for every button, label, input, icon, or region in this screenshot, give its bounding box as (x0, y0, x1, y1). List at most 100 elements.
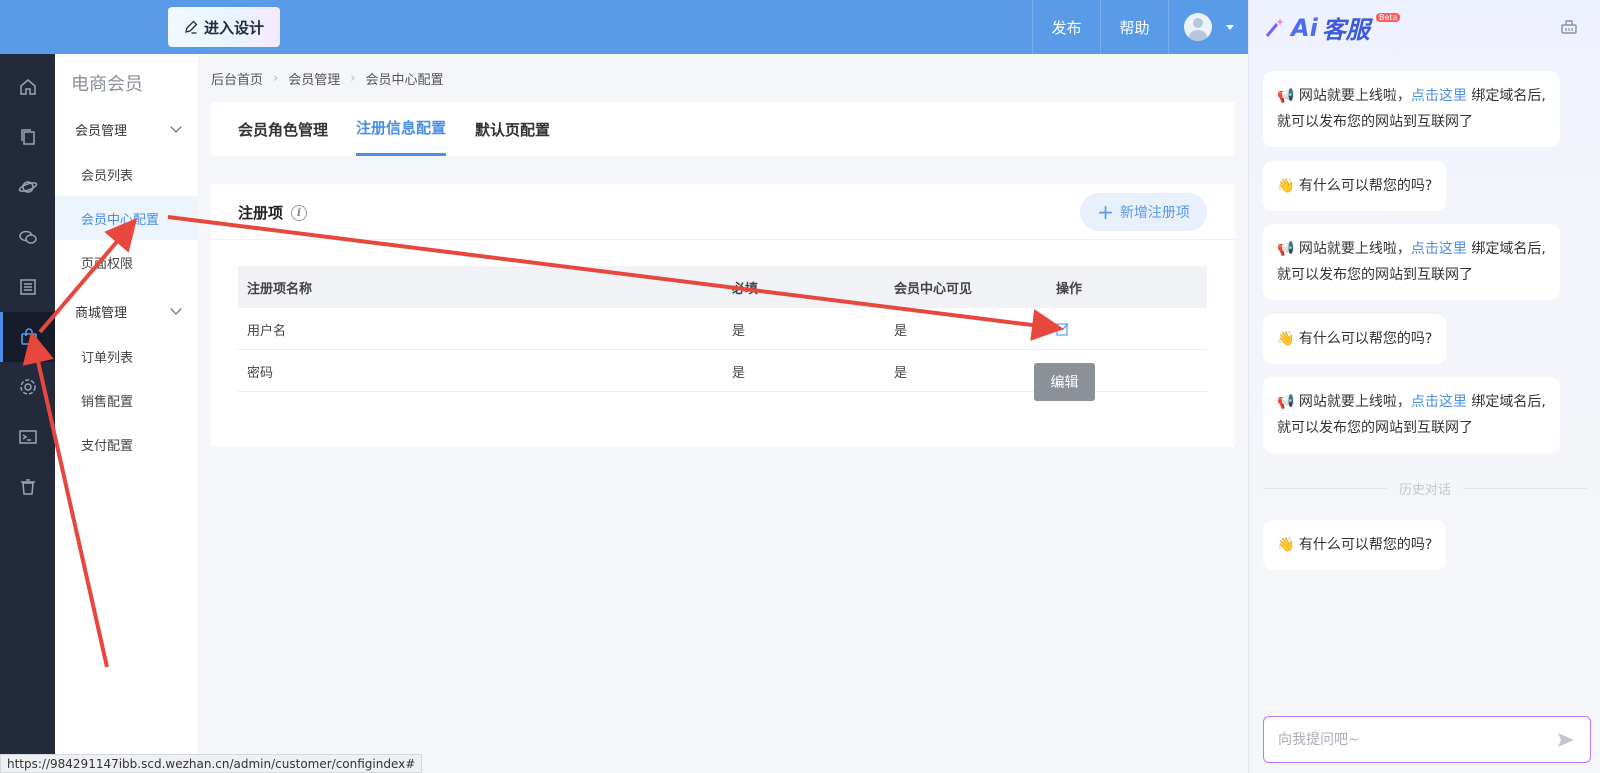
chat-message: 👋 有什么可以帮您的吗? (1263, 314, 1447, 364)
chat-icon (18, 230, 37, 244)
breadcrumb: 后台首页 › 会员管理 › 会员中心配置 (211, 69, 443, 88)
chevron-right-icon: › (350, 71, 356, 86)
rail-trash[interactable] (0, 462, 55, 512)
rail-chat[interactable] (0, 212, 55, 262)
chevron-down-icon (170, 121, 182, 133)
column-header-visible: 会员中心可见 (894, 281, 973, 297)
chevron-down-icon (170, 303, 182, 315)
message-text: 网站就要上线啦， (1298, 241, 1411, 257)
ai-question-box (1263, 716, 1591, 763)
list-icon (19, 279, 36, 295)
chat-message: 👋 有什么可以帮您的吗? (1263, 520, 1447, 570)
edit-icon (1056, 323, 1069, 336)
status-url: https://984291147ibb.scd.wezhan.cn/admin… (0, 754, 423, 773)
magic-wand-icon (1265, 17, 1284, 37)
icon-rail (0, 54, 55, 773)
column-header-action: 操作 (1056, 281, 1083, 297)
tab-member-role[interactable]: 会员角色管理 (238, 102, 328, 156)
copy-icon (20, 129, 35, 145)
table-header-row: 注册项名称 必填 会员中心可见 操作 (238, 266, 1207, 308)
rail-settings[interactable] (0, 362, 55, 412)
wave-hand-icon: 👋 (1277, 537, 1295, 553)
group-label: 商城管理 (75, 305, 128, 321)
subnav-title: 电商会员 (71, 74, 143, 95)
sidebar-item-payment-config[interactable]: 支付配置 (55, 422, 198, 466)
cell-required: 是 (732, 365, 746, 381)
publish-button[interactable]: 发布 (1032, 0, 1100, 54)
tab-register-info[interactable]: 注册信息配置 (356, 102, 447, 156)
message-text: 有什么可以帮您的吗? (1298, 178, 1433, 194)
megaphone-icon: 📢 (1277, 88, 1295, 104)
ai-question-input[interactable] (1278, 731, 1528, 748)
table-row: 用户名 是 是 (238, 308, 1207, 350)
history-divider: 历史对话 (1263, 478, 1588, 498)
card-title-text: 注册项 (238, 204, 284, 222)
sub-sidebar: 电商会员 会员管理 会员列表 会员中心配置 页面权限 商城管理 订单列表 销售配… (55, 54, 198, 773)
home-icon (19, 79, 36, 95)
column-header-name: 注册项名称 (247, 281, 313, 297)
column-header-required: 必填 (732, 281, 759, 297)
divider-line (1463, 487, 1588, 489)
bag-icon (21, 328, 37, 345)
history-label: 历史对话 (1399, 482, 1452, 498)
ai-assistant-panel: Ai 客服 Beta 📢 网站就要上线啦，点击这里 绑定域名后,就可以发布您的网… (1248, 0, 1600, 773)
gear-icon (19, 379, 36, 395)
caret-down-icon (1225, 24, 1234, 30)
group-mall-management[interactable]: 商城管理 (55, 291, 198, 331)
click-here-link[interactable]: 点击这里 (1411, 241, 1467, 257)
group-member-management[interactable]: 会员管理 (55, 109, 198, 149)
beta-badge: Beta (1376, 13, 1401, 22)
user-menu[interactable] (1168, 0, 1248, 54)
breadcrumb-member-mgmt[interactable]: 会员管理 (288, 69, 340, 88)
breadcrumb-home[interactable]: 后台首页 (211, 69, 263, 88)
message-text: 有什么可以帮您的吗? (1298, 331, 1433, 347)
edit-icon (185, 20, 198, 34)
add-button-label: 新增注册项 (1119, 205, 1190, 221)
edit-row-button[interactable] (1056, 308, 1070, 350)
terminal-icon (18, 430, 37, 444)
sidebar-item-page-permission[interactable]: 页面权限 (55, 240, 198, 284)
card-header: 注册项 i + 新增注册项 (211, 184, 1235, 240)
cell-name: 用户名 (247, 323, 287, 339)
chat-message: 📢 网站就要上线啦，点击这里 绑定域名后,就可以发布您的网站到互联网了 (1263, 377, 1560, 453)
group-label: 会员管理 (75, 123, 128, 139)
help-button[interactable]: 帮助 (1100, 0, 1168, 54)
tab-default-page[interactable]: 默认页配置 (475, 102, 550, 156)
sidebar-item-member-list[interactable]: 会员列表 (55, 152, 198, 196)
rail-home[interactable] (0, 62, 55, 112)
avatar (1183, 13, 1212, 41)
cell-required: 是 (732, 323, 746, 339)
megaphone-icon: 📢 (1277, 241, 1295, 257)
plus-icon: + (1097, 200, 1114, 224)
chevron-right-icon: › (273, 71, 279, 86)
message-text: 有什么可以帮您的吗? (1298, 537, 1433, 553)
sidebar-item-sales-config[interactable]: 销售配置 (55, 378, 198, 422)
click-here-link[interactable]: 点击这里 (1411, 394, 1467, 410)
chat-message: 👋 有什么可以帮您的吗? (1263, 161, 1447, 211)
rail-ecommerce[interactable] (0, 312, 55, 362)
tabs-bar: 会员角色管理 注册信息配置 默认页配置 (211, 102, 1235, 156)
cell-visible: 是 (894, 365, 908, 381)
rail-code[interactable] (0, 412, 55, 462)
rail-seo[interactable] (0, 162, 55, 212)
add-register-item-button[interactable]: + 新增注册项 (1080, 193, 1207, 231)
broom-icon[interactable] (1559, 16, 1579, 36)
wave-hand-icon: 👋 (1277, 178, 1295, 194)
megaphone-icon: 📢 (1277, 394, 1295, 410)
trash-icon (20, 479, 35, 495)
rail-content[interactable] (0, 262, 55, 312)
info-icon[interactable]: i (291, 204, 308, 221)
sidebar-item-member-center-config[interactable]: 会员中心配置 (55, 196, 198, 240)
chat-message: 📢 网站就要上线啦，点击这里 绑定域名后,就可以发布您的网站到互联网了 (1263, 224, 1560, 300)
ai-logo: Ai 客服 (1263, 10, 1370, 45)
click-here-link[interactable]: 点击这里 (1411, 88, 1467, 104)
breadcrumb-current: 会员中心配置 (365, 73, 444, 88)
rail-pages[interactable] (0, 112, 55, 162)
send-icon[interactable] (1556, 730, 1576, 750)
sidebar-item-order-list[interactable]: 订单列表 (55, 334, 198, 378)
enter-design-button[interactable]: 进入设计 (168, 7, 280, 47)
message-text: 网站就要上线啦， (1298, 88, 1411, 104)
cell-name: 密码 (247, 365, 274, 381)
chat-message: 📢 网站就要上线啦，点击这里 绑定域名后,就可以发布您的网站到互联网了 (1263, 71, 1560, 147)
top-bar: 进入设计 发布 帮助 (0, 0, 1248, 54)
